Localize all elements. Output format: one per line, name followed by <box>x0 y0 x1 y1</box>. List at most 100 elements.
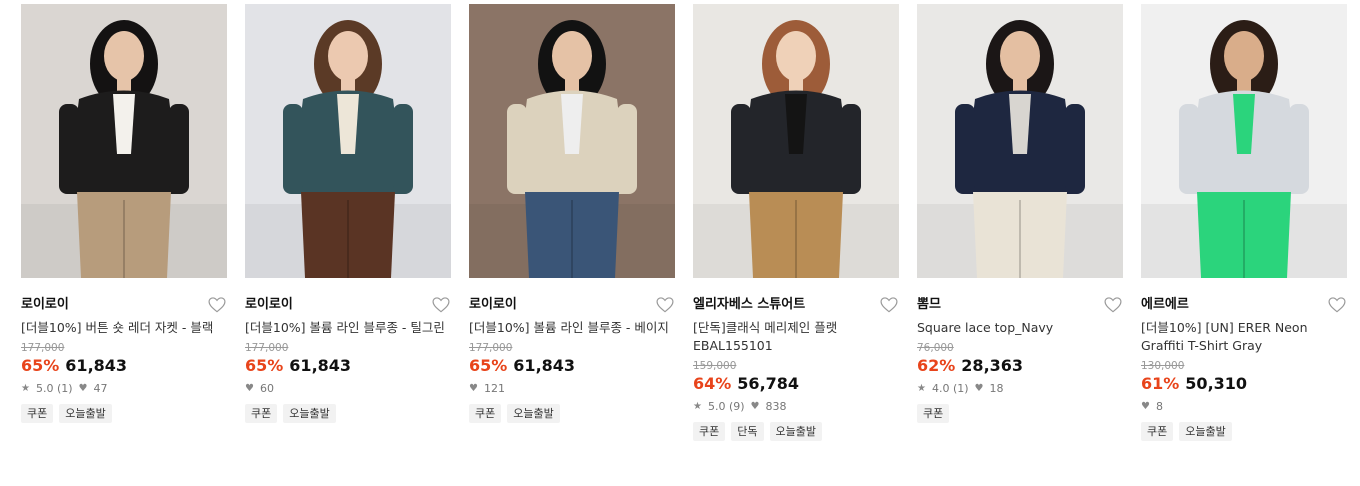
product-photo[interactable] <box>693 4 899 278</box>
tag-list: 쿠폰 <box>917 404 1123 423</box>
product-title[interactable]: [더블10%] 버튼 숏 레더 자켓 - 블랙 <box>21 319 227 337</box>
tag-list: 쿠폰 단독 오늘출발 <box>693 422 899 441</box>
product-card[interactable]: 엘리자베스 스튜어트 [단독]클래식 메리제인 플랫 EBAL155101 159,… <box>693 4 899 441</box>
brand-row: 로이로이 <box>21 294 227 316</box>
brand-name[interactable]: 뽐므 <box>917 294 1123 316</box>
brand-name[interactable]: 로이로이 <box>469 294 675 316</box>
tag-list: 쿠폰 오늘출발 <box>469 404 675 423</box>
star-icon: ★ <box>21 383 30 394</box>
product-card[interactable]: 로이로이 [더블10%] 볼륨 라인 블루종 - 베이지 177,000 65% 61,… <box>469 4 675 423</box>
tag-badge: 오늘출발 <box>1179 422 1232 441</box>
product-title[interactable]: [더블10%] 볼륨 라인 블루종 - 틸그린 <box>245 319 451 337</box>
tag-badge: 오늘출발 <box>769 422 822 441</box>
product-card[interactable]: 뽐므 Square lace top_Navy 76,000 62% 28,363 ★ 4.… <box>917 4 1123 423</box>
like-count-icon: ♥ <box>245 383 254 394</box>
sale-price: 61,843 <box>65 356 128 375</box>
product-meta: ★ 5.0 (1) ♥ 47 <box>21 382 227 396</box>
original-price: 159,000 <box>693 360 737 372</box>
brand-name[interactable]: 엘리자베스 스튜어트 <box>693 294 899 316</box>
brand-row: 뽐므 <box>917 294 1123 316</box>
original-price: 177,000 <box>469 342 513 354</box>
heart-icon[interactable] <box>655 295 675 315</box>
brand-name[interactable]: 에르에르 <box>1141 294 1347 316</box>
product-photo[interactable] <box>469 4 675 278</box>
product-photo[interactable] <box>21 4 227 278</box>
tag-list: 쿠폰 오늘출발 <box>1141 422 1347 441</box>
product-photo[interactable] <box>917 4 1123 278</box>
rating: 5.0 (9) <box>707 400 745 413</box>
rating: 4.0 (1) <box>931 382 969 395</box>
price-row: 61% 50,310 <box>1141 374 1347 394</box>
like-count-icon: ♥ <box>469 383 478 394</box>
product-photo[interactable] <box>245 4 451 278</box>
original-price: 76,000 <box>917 342 954 354</box>
like-count-icon: ♥ <box>78 383 88 394</box>
brand-row: 엘리자베스 스튜어트 <box>693 294 899 316</box>
tag-badge: 쿠폰 <box>1141 422 1174 441</box>
like-count-icon: ♥ <box>750 401 760 412</box>
product-card[interactable]: 에르에르 [더블10%] [UN] ERER Neon Graffiti T-Sh… <box>1141 4 1347 441</box>
price-row: 65% 61,843 <box>469 356 675 376</box>
product-title[interactable]: [더블10%] [UN] ERER Neon Graffiti T-Shirt … <box>1141 319 1347 355</box>
tag-badge: 쿠폰 <box>693 422 726 441</box>
tag-badge: 단독 <box>731 422 764 441</box>
tag-list: 쿠폰 오늘출발 <box>245 404 451 423</box>
brand-name[interactable]: 로이로이 <box>21 294 227 316</box>
product-card[interactable]: 로이로이 [더블10%] 버튼 숏 레더 자켓 - 블랙 177,000 65% 61,… <box>21 4 227 423</box>
tag-badge: 오늘출발 <box>507 404 560 423</box>
tag-list: 쿠폰 오늘출발 <box>21 404 227 423</box>
tag-badge: 쿠폰 <box>917 404 950 423</box>
discount-rate: 61% <box>1141 374 1180 393</box>
discount-rate: 62% <box>917 356 956 375</box>
sale-price: 50,310 <box>1185 374 1248 393</box>
product-image[interactable] <box>693 4 899 278</box>
tag-badge: 쿠폰 <box>245 404 278 423</box>
heart-icon[interactable] <box>1103 295 1123 315</box>
sale-price: 28,363 <box>961 356 1024 375</box>
heart-icon[interactable] <box>879 295 899 315</box>
star-icon: ★ <box>693 401 702 412</box>
discount-rate: 65% <box>469 356 508 375</box>
like-count: 18 <box>989 382 1004 395</box>
price-row: 65% 61,843 <box>245 356 451 376</box>
sale-price: 56,784 <box>737 374 800 393</box>
tag-badge: 오늘출발 <box>283 404 336 423</box>
original-price: 177,000 <box>21 342 65 354</box>
product-image[interactable] <box>469 4 675 278</box>
brand-row: 에르에르 <box>1141 294 1347 316</box>
tag-badge: 쿠폰 <box>469 404 502 423</box>
product-title[interactable]: Square lace top_Navy <box>917 319 1123 337</box>
tag-badge: 오늘출발 <box>59 404 112 423</box>
tag-badge: 쿠폰 <box>21 404 54 423</box>
heart-icon[interactable] <box>431 295 451 315</box>
product-card[interactable]: 로이로이 [더블10%] 볼륨 라인 블루종 - 틸그린 177,000 65% 61,… <box>245 4 451 423</box>
brand-row: 로이로이 <box>469 294 675 316</box>
price-row: 64% 56,784 <box>693 374 899 394</box>
rating: 5.0 (1) <box>35 382 73 395</box>
product-meta: ♥ 121 <box>469 382 675 396</box>
product-photo[interactable] <box>1141 4 1347 278</box>
product-title[interactable]: [단독]클래식 메리제인 플랫 EBAL155101 <box>693 319 899 355</box>
product-image[interactable] <box>245 4 451 278</box>
product-meta: ★ 5.0 (9) ♥ 838 <box>693 400 899 414</box>
brand-name[interactable]: 로이로이 <box>245 294 451 316</box>
like-count: 8 <box>1155 400 1163 413</box>
product-meta: ★ 4.0 (1) ♥ 18 <box>917 382 1123 396</box>
price-row: 65% 61,843 <box>21 356 227 376</box>
sale-price: 61,843 <box>289 356 352 375</box>
like-count: 838 <box>765 400 787 413</box>
product-image[interactable] <box>917 4 1123 278</box>
product-meta: ♥ 60 <box>245 382 451 396</box>
original-price: 130,000 <box>1141 360 1185 372</box>
product-title[interactable]: [더블10%] 볼륨 라인 블루종 - 베이지 <box>469 319 675 337</box>
heart-icon[interactable] <box>1327 295 1347 315</box>
like-count-icon: ♥ <box>974 383 984 394</box>
discount-rate: 65% <box>21 356 60 375</box>
brand-row: 로이로이 <box>245 294 451 316</box>
discount-rate: 64% <box>693 374 732 393</box>
like-count: 47 <box>93 382 108 395</box>
price-row: 62% 28,363 <box>917 356 1123 376</box>
product-image[interactable] <box>1141 4 1347 278</box>
product-image[interactable] <box>21 4 227 278</box>
heart-icon[interactable] <box>207 295 227 315</box>
